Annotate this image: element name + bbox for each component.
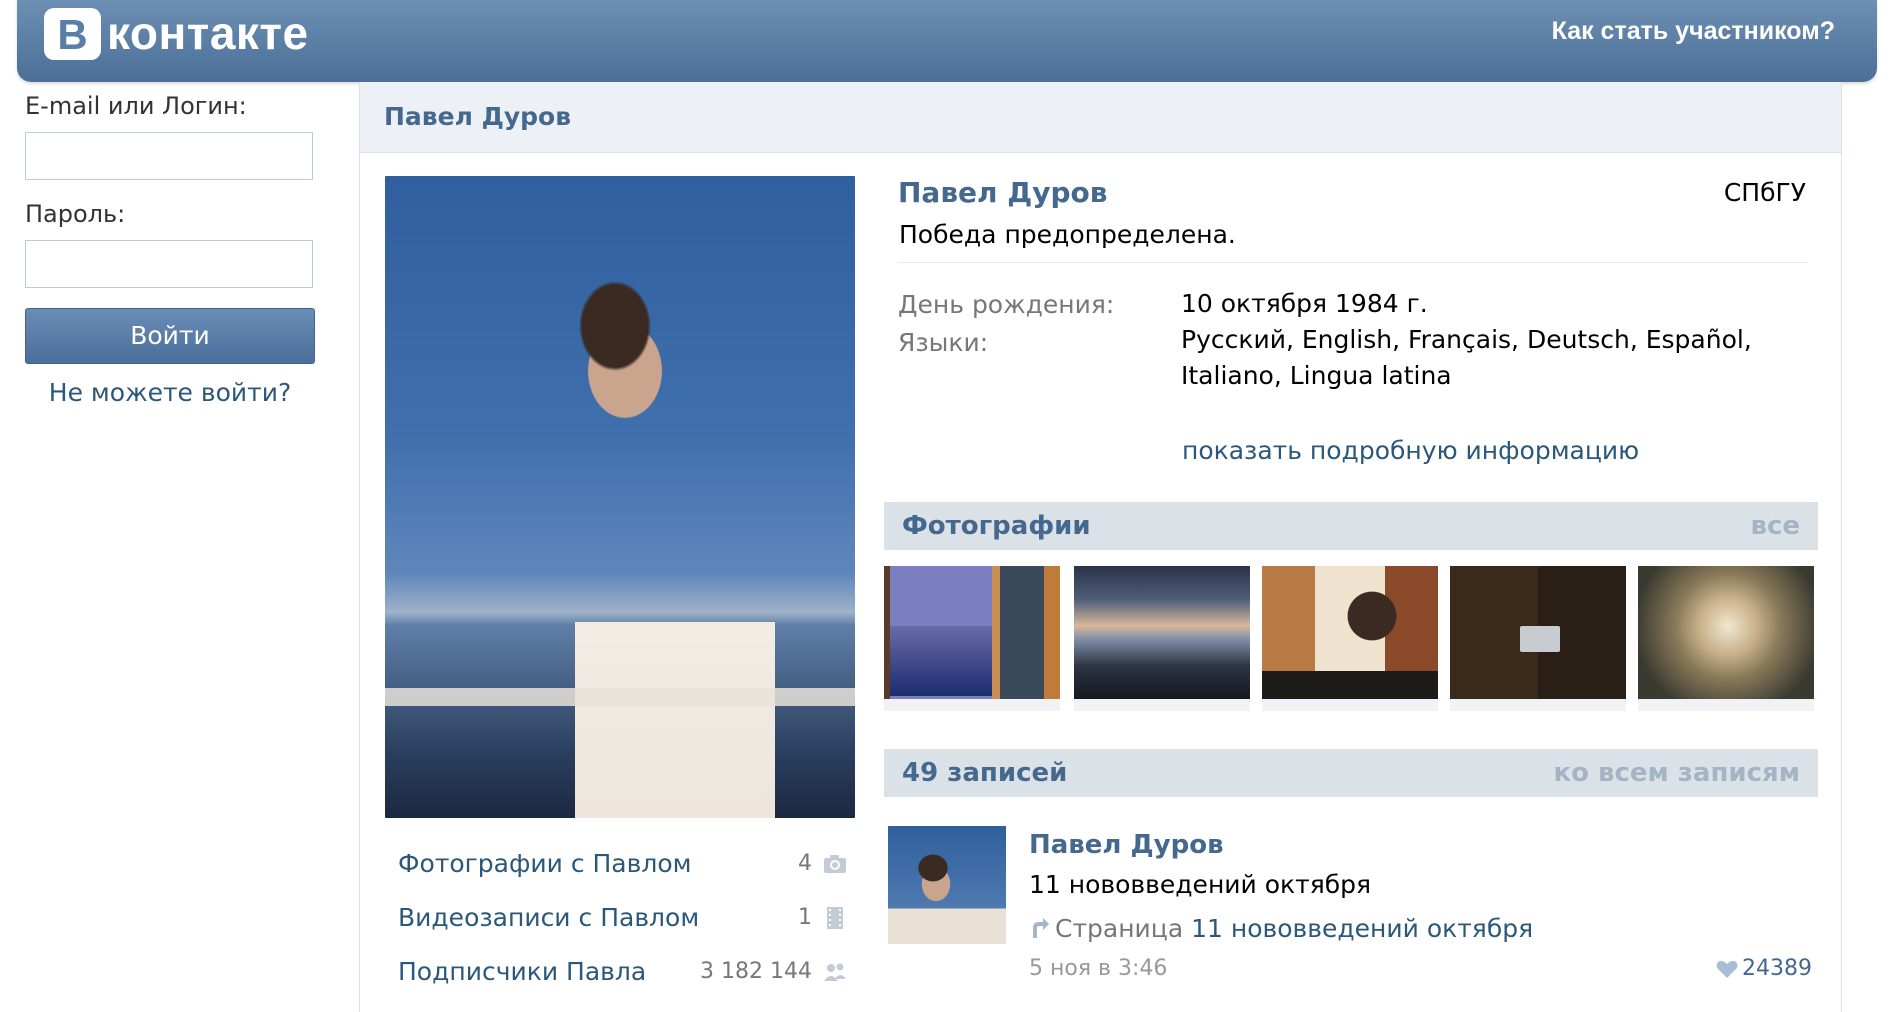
top-header: В контакте Как стать участником? [17,0,1877,82]
posts-header: 49 записей ко всем записям [884,749,1818,797]
post-date[interactable]: 5 ноя в 3:46 [1029,956,1167,981]
side-link-label: Видеозаписи с Павлом [398,903,700,932]
all-posts-link[interactable]: ко всем записям [1553,749,1800,797]
birthday-label: День рождения: [898,290,1115,319]
side-link-followers[interactable]: Подписчики Павла 3 182 144 [398,954,848,1008]
likes-count: 24389 [1742,956,1812,981]
page-title: Павел Дуров [360,82,1841,153]
thumb-detail [1262,671,1438,699]
login-button[interactable]: Войти [25,308,315,364]
photo-thumb[interactable] [1074,566,1250,711]
photo-thumb[interactable] [1450,566,1626,711]
photos-title[interactable]: Фотографии [902,502,1091,550]
show-more-info-link[interactable]: показать подробную информацию [1182,436,1639,465]
heart-icon [1716,960,1738,978]
languages-label: Языки: [898,328,989,357]
join-link[interactable]: Как стать участником? [1552,17,1835,46]
password-label: Пароль: [25,200,126,228]
photos-all-link[interactable]: все [1751,502,1801,550]
film-icon [827,907,843,929]
posts-count-title[interactable]: 49 записей [902,749,1067,797]
profile-side-links: Фотографии с Павлом 4 Видеозаписи с Павл… [398,846,848,1008]
side-link-label: Подписчики Павла [398,957,647,986]
logo-text[interactable]: контакте [107,3,309,63]
birthday-value[interactable]: 10 октября 1984 г. [1181,286,1811,322]
photo-thumb[interactable] [1262,566,1438,711]
repost-prefix: Страница [1055,914,1184,943]
repost-link[interactable]: 11 нововведений октября [1191,914,1533,943]
profile-status: Победа предопределена. [899,220,1236,249]
side-link-label: Фотографии с Павлом [398,849,692,878]
photo-rail [385,688,855,706]
photos-header: Фотографии все [884,502,1818,550]
post-text: 11 нововведений октября [1029,870,1372,899]
post-likes[interactable]: 24389 [1716,956,1812,981]
login-form: E-mail или Логин: Пароль: Войти Не может… [25,92,315,407]
post-avatar[interactable] [888,826,1006,944]
side-link-count: 1 [798,905,812,930]
languages-value[interactable]: Русский, English, Français, Deutsch, Esp… [1181,322,1811,394]
vk-logo-icon[interactable]: В [44,8,101,60]
photo-thumb[interactable] [1638,566,1814,711]
forgot-password-link[interactable]: Не можете войти? [25,378,315,407]
side-link-photos[interactable]: Фотографии с Павлом 4 [398,846,848,900]
email-field[interactable] [25,132,313,180]
profile-photo[interactable] [385,176,855,818]
photo-thumbnails [884,566,1818,711]
divider [898,262,1808,263]
password-field[interactable] [25,240,313,288]
photo-thumb[interactable] [884,566,1060,711]
post-repost: Страница 11 нововведений октября [1029,914,1533,943]
side-link-count: 4 [798,851,812,876]
profile-name: Павел Дуров [898,176,1108,209]
side-link-videos[interactable]: Видеозаписи с Павлом 1 [398,900,848,954]
thumb-detail [890,626,992,696]
side-link-count: 3 182 144 [700,959,812,984]
email-label: E-mail или Логин: [25,92,247,120]
profile-university[interactable]: СПбГУ [1724,178,1806,207]
post-author[interactable]: Павел Дуров [1029,830,1224,860]
profile-main: Павел Дуров Фотографии с Павлом 4 Видеоз… [359,82,1842,1012]
people-icon [824,963,846,981]
repost-arrow-icon [1033,918,1049,938]
thumb-detail [1520,626,1560,652]
camera-icon [824,855,846,873]
